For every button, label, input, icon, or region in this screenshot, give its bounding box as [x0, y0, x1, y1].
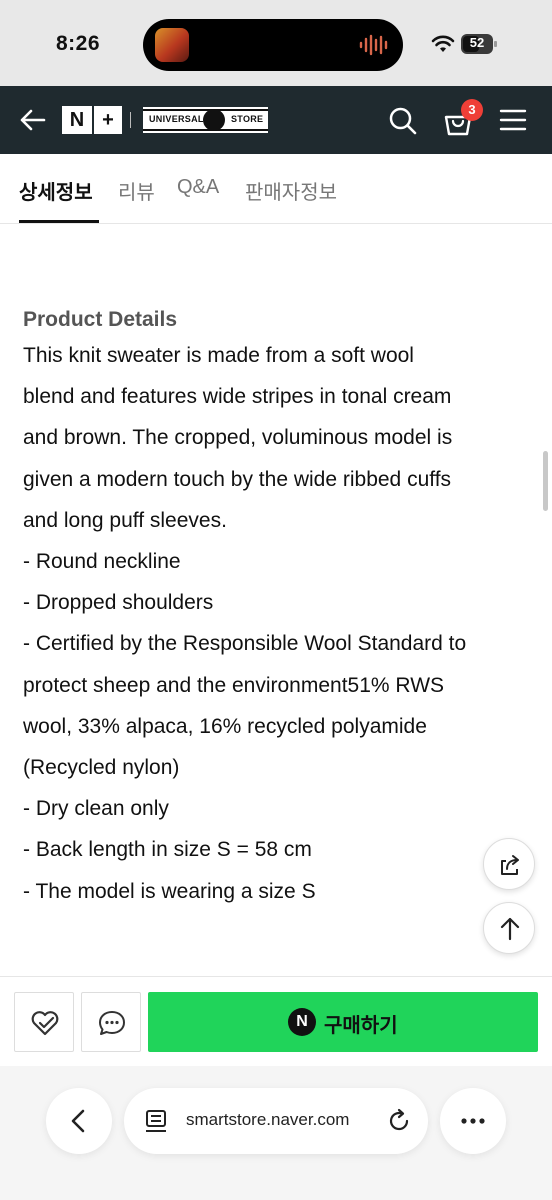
status-bar: 8:26 52: [0, 0, 552, 86]
description-line: - Round neckline: [23, 550, 181, 574]
battery-percent: 52: [469, 35, 485, 50]
detail-tab-bar: 상세정보 리뷰 Q&A 판매자정보: [0, 154, 552, 224]
description-line: given a modern touch by the wide ribbed …: [23, 467, 452, 491]
logo-divider: [130, 112, 131, 128]
chevron-left-icon: [71, 1109, 85, 1133]
browser-back-button[interactable]: [46, 1088, 112, 1154]
cart-count-badge: 3: [461, 99, 483, 121]
now-playing-app-icon: [155, 28, 189, 62]
store-logo-right-text: STORE: [231, 114, 264, 124]
hamburger-menu-icon[interactable]: [499, 108, 527, 132]
product-description: Product Details This knit sweater is mad…: [23, 305, 533, 912]
description-line: - Dry clean only: [23, 797, 169, 821]
browser-toolbar: smartstore.naver.com: [0, 1066, 552, 1200]
purchase-bar: N 구매하기: [0, 976, 552, 1066]
naver-plus-logo-plus[interactable]: +: [92, 106, 122, 134]
naver-pay-icon: N: [288, 1008, 316, 1036]
description-line: and long puff sleeves.: [23, 508, 227, 532]
more-dots-icon: [461, 1118, 485, 1124]
description-line: - Back length in size S = 58 cm: [23, 838, 312, 862]
chat-bubble-icon: [99, 1011, 125, 1035]
store-emblem-icon: [203, 109, 225, 131]
description-line: blend and features wide stripes in tonal…: [23, 385, 452, 409]
share-button[interactable]: [483, 838, 535, 890]
buy-now-button[interactable]: N 구매하기: [148, 992, 538, 1052]
tab-seller-info[interactable]: 판매자정보: [245, 176, 337, 205]
battery-indicator: 52: [461, 34, 497, 54]
audio-wave-icon: [359, 34, 388, 56]
description-line: protect sheep and the environment51% RWS: [23, 673, 445, 697]
browser-more-button[interactable]: [440, 1088, 506, 1154]
product-details-title: Product Details: [23, 308, 178, 331]
store-logo[interactable]: UNIVERSAL STORE: [143, 107, 268, 133]
description-line: wool, 33% alpaca, 16% recycled polyamide: [23, 714, 427, 738]
heart-check-icon: [31, 1011, 59, 1036]
app-header: N + UNIVERSAL STORE 3: [0, 86, 552, 154]
reader-mode-icon[interactable]: [144, 1108, 168, 1134]
back-arrow-icon[interactable]: [18, 106, 48, 134]
description-line: - Dropped shoulders: [23, 591, 214, 615]
description-line: This knit sweater is made from a soft wo…: [23, 344, 414, 367]
wishlist-button[interactable]: [14, 992, 74, 1052]
description-line: - The model is wearing a size S: [23, 879, 316, 903]
status-time: 8:26: [56, 32, 101, 55]
search-icon[interactable]: [388, 106, 418, 136]
tab-reviews[interactable]: 리뷰: [118, 176, 155, 205]
dynamic-island[interactable]: [143, 19, 403, 71]
buy-now-label: 구매하기: [324, 1015, 398, 1037]
wifi-icon: [431, 35, 455, 52]
share-icon: [501, 855, 519, 875]
description-line: - Certified by the Responsible Wool Stan…: [23, 632, 467, 656]
tab-qna[interactable]: Q&A: [177, 176, 219, 199]
active-tab-indicator: [19, 220, 99, 223]
scroll-to-top-button[interactable]: [483, 902, 535, 954]
tab-details[interactable]: 상세정보: [19, 176, 93, 205]
address-bar[interactable]: smartstore.naver.com: [124, 1088, 428, 1154]
description-line: (Recycled nylon): [23, 756, 180, 780]
store-logo-left-text: UNIVERSAL: [149, 114, 204, 124]
url-text: smartstore.naver.com: [186, 1110, 350, 1129]
scrollbar[interactable]: [543, 451, 548, 511]
naver-plus-logo-n[interactable]: N: [62, 106, 92, 134]
reload-icon[interactable]: [386, 1108, 412, 1134]
chat-inquiry-button[interactable]: [81, 992, 141, 1052]
arrow-up-icon: [500, 917, 520, 941]
description-line: and brown. The cropped, voluminous model…: [23, 426, 453, 450]
